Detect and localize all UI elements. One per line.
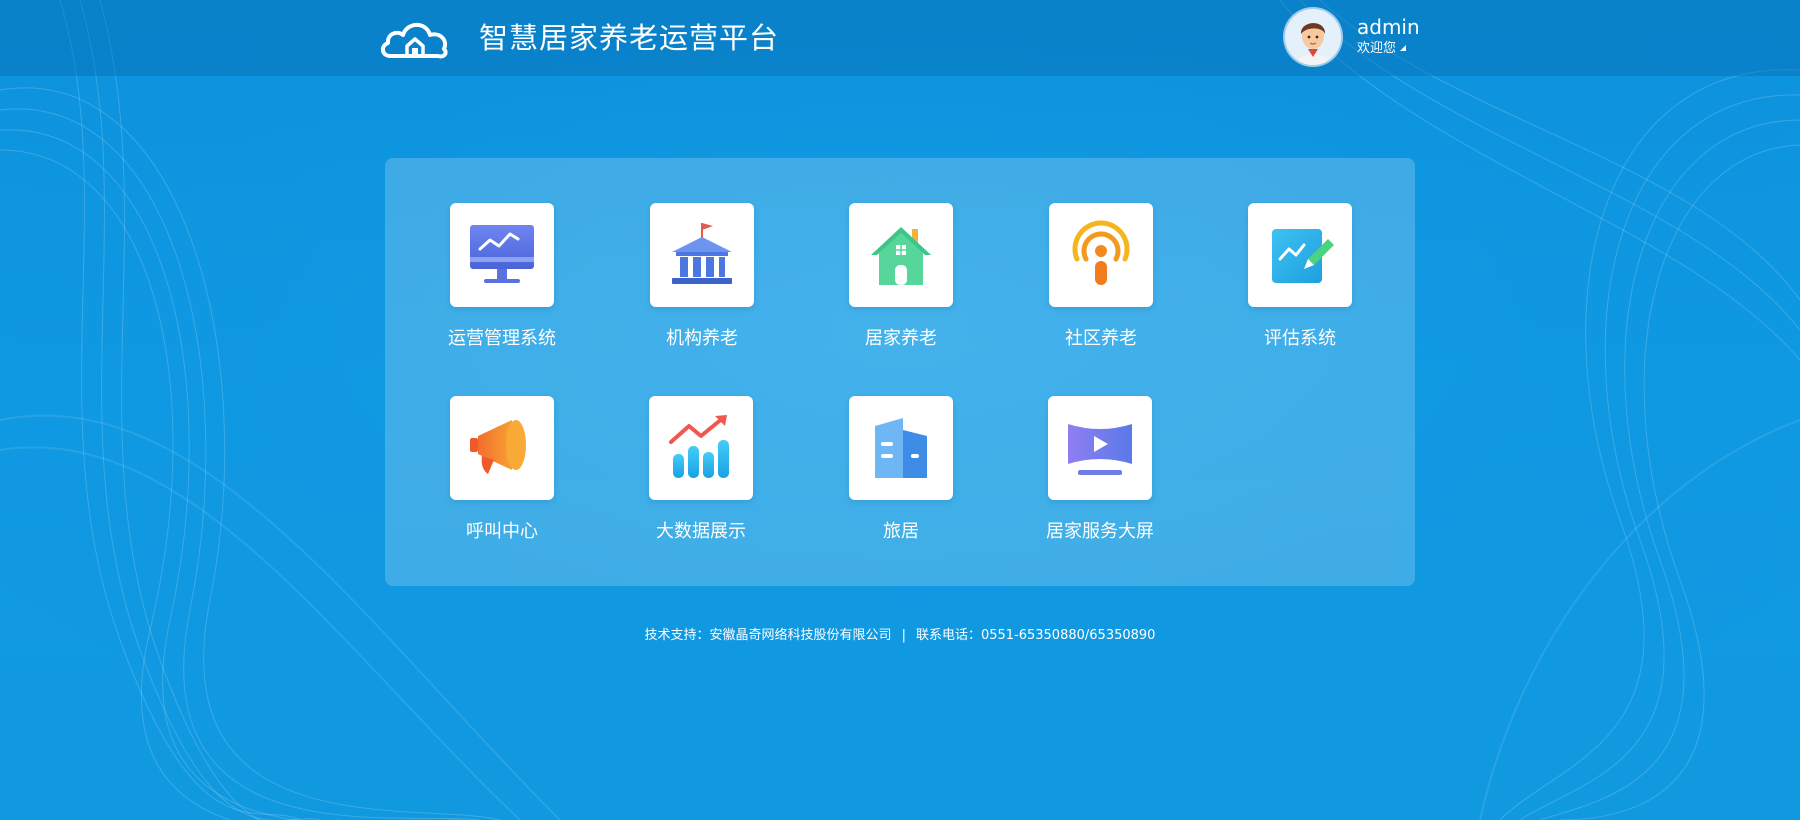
- app-tile-institution[interactable]: 机构养老: [621, 203, 781, 363]
- buildings-icon: [875, 418, 927, 478]
- monitor-chart-icon: [470, 225, 534, 283]
- app-tile-service-screen[interactable]: 居家服务大屏: [1019, 396, 1179, 556]
- app-tile-assessment[interactable]: 评估系统: [1219, 203, 1379, 363]
- app-tile-label: 居家养老: [865, 328, 937, 349]
- caret-icon: [1400, 45, 1407, 51]
- app-tile-label: 机构养老: [666, 328, 738, 349]
- welcome-text: 欢迎您: [1357, 41, 1397, 56]
- app-tile-icon-box: [1049, 203, 1153, 307]
- app-launcher-panel: 运营管理系统 机构养老 居家养老 社区养老 评估系统 呼叫中心 大数据展示 旅居…: [385, 158, 1415, 586]
- app-tile-label: 评估系统: [1264, 328, 1336, 349]
- user-name: admin: [1357, 15, 1420, 39]
- app-tile-home-care[interactable]: 居家养老: [820, 203, 980, 363]
- app-tile-icon-box: [650, 203, 754, 307]
- footer: 技术支持：安徽晶奇网络科技股份有限公司 | 联系电话：0551-65350880/6…: [0, 626, 1800, 646]
- app-tile-label: 社区养老: [1065, 328, 1137, 349]
- app-tile-icon-box: [849, 396, 953, 500]
- app-tile-label: 大数据展示: [656, 521, 746, 542]
- app-tile-label: 呼叫中心: [466, 521, 538, 542]
- app-tile-operations[interactable]: 运营管理系统: [421, 203, 581, 363]
- broadcast-person-icon: [1072, 220, 1130, 285]
- bar-trend-icon: [669, 415, 729, 478]
- app-tile-travel-living[interactable]: 旅居: [820, 396, 980, 556]
- video-screen-icon: [1068, 424, 1132, 475]
- user-menu-toggle[interactable]: 欢迎您: [1357, 40, 1407, 58]
- app-tile-label: 运营管理系统: [448, 328, 556, 349]
- footer-phone: 联系电话：0551-65350880/65350890: [915, 628, 1156, 643]
- user-avatar-icon[interactable]: [1285, 9, 1341, 65]
- app-tile-icon-box: [1248, 203, 1352, 307]
- edit-chart-icon: [1272, 229, 1334, 283]
- top-bar: 智慧居家养老运营平台 admin 欢迎您: [0, 0, 1800, 76]
- app-tile-icon-box: [450, 396, 554, 500]
- app-tile-big-data[interactable]: 大数据展示: [620, 396, 780, 556]
- institution-building-icon: [672, 223, 732, 284]
- app-title: 智慧居家养老运营平台: [479, 21, 780, 55]
- footer-separator: |: [901, 628, 906, 643]
- app-tile-icon-box: [649, 396, 753, 500]
- app-tile-icon-box: [1048, 396, 1152, 500]
- footer-support: 技术支持：安徽晶奇网络科技股份有限公司: [644, 628, 892, 643]
- megaphone-icon: [470, 420, 526, 474]
- cloud-home-icon: [381, 22, 448, 59]
- app-tile-icon-box: [849, 203, 953, 307]
- app-tile-label: 居家服务大屏: [1046, 521, 1154, 542]
- house-icon: [871, 227, 931, 285]
- app-tile-icon-box: [450, 203, 554, 307]
- app-tile-call-center[interactable]: 呼叫中心: [421, 396, 581, 556]
- app-tile-community[interactable]: 社区养老: [1020, 203, 1180, 363]
- app-tile-label: 旅居: [883, 521, 919, 542]
